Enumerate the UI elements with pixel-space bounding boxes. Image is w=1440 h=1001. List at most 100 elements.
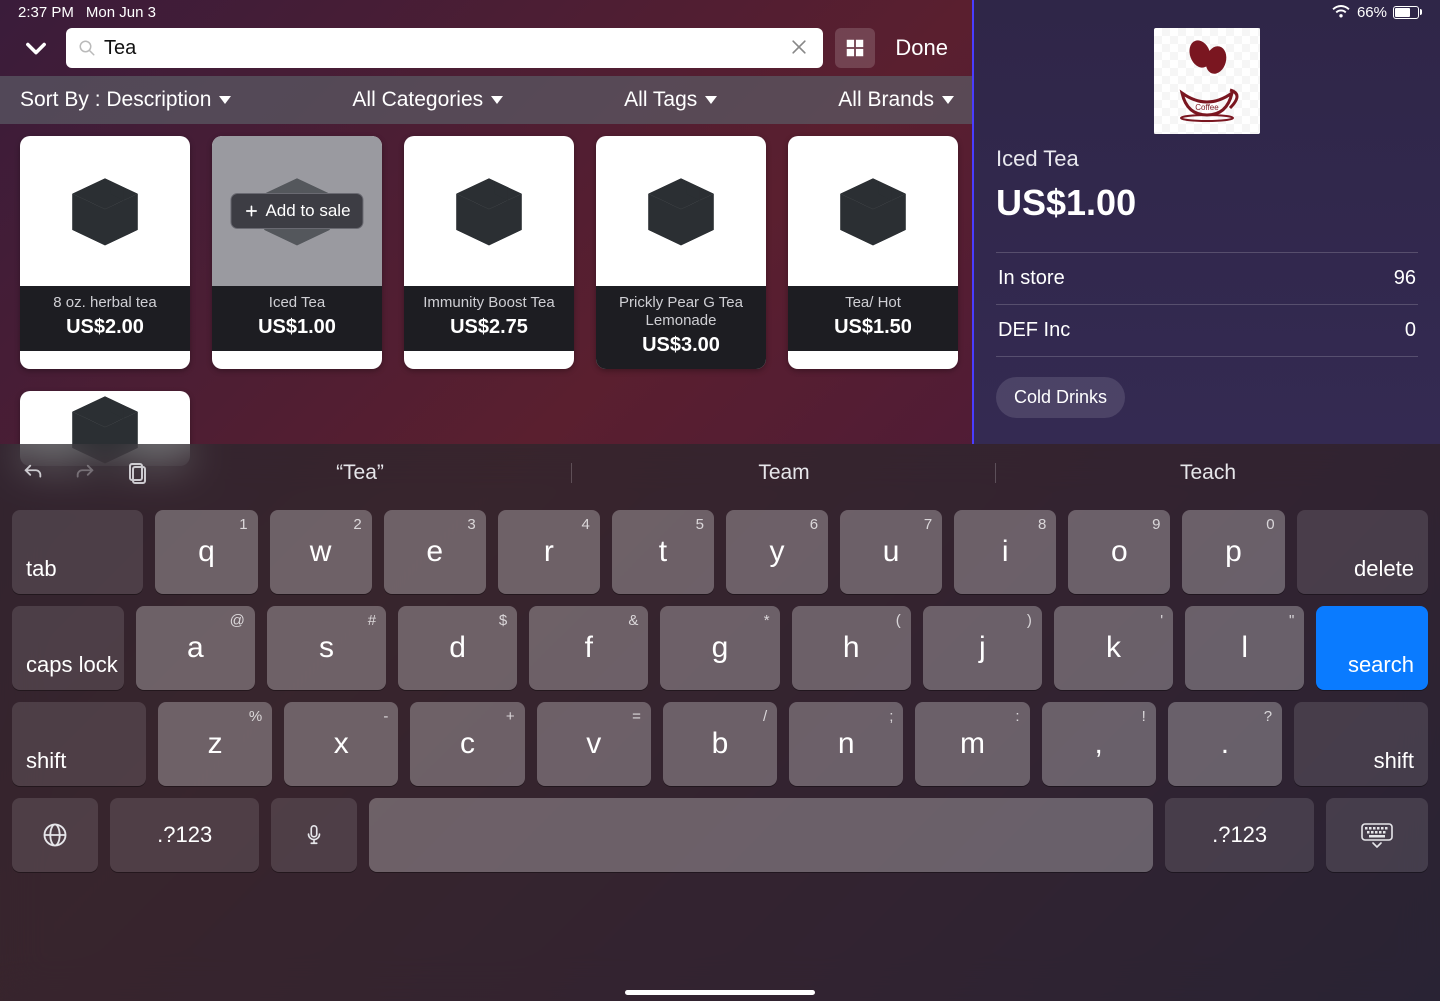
product-grid: 8 oz. herbal tea US$2.00 Add to sale Iced T… <box>20 136 974 466</box>
view-toggle-button[interactable] <box>835 28 875 68</box>
key-w[interactable]: 2w <box>270 510 372 594</box>
key-n[interactable]: ;n <box>789 702 903 786</box>
key-delete[interactable]: delete <box>1297 510 1428 594</box>
svg-text:Coffee: Coffee <box>1195 103 1219 112</box>
key-k[interactable]: 'k <box>1054 606 1173 690</box>
collapse-button[interactable] <box>18 30 54 66</box>
sort-dropdown[interactable]: Sort By : Description <box>0 88 251 112</box>
product-price: US$2.00 <box>26 316 184 339</box>
key-numbers-right[interactable]: .?123 <box>1165 798 1314 872</box>
coffee-logo-icon: Coffee <box>1172 38 1242 124</box>
product-price: US$1.00 <box>218 316 376 339</box>
key-tab[interactable]: tab <box>12 510 143 594</box>
add-to-sale-button[interactable]: Add to sale <box>230 193 363 229</box>
detail-title: Iced Tea <box>996 146 1418 172</box>
sort-label: Sort By : Description <box>20 88 211 112</box>
key-y[interactable]: 6y <box>726 510 828 594</box>
key-shift-right[interactable]: shift <box>1294 702 1428 786</box>
detail-row: In store 96 <box>996 252 1418 304</box>
product-name: Immunity Boost Tea <box>410 294 568 312</box>
key-a[interactable]: @a <box>136 606 255 690</box>
key-j[interactable]: )j <box>923 606 1042 690</box>
key-h[interactable]: (h <box>792 606 911 690</box>
product-name: 8 oz. herbal tea <box>26 294 184 312</box>
detail-row-value: 96 <box>1394 267 1416 290</box>
home-indicator[interactable] <box>625 990 815 995</box>
product-card[interactable]: Tea/ Hot US$1.50 <box>788 136 958 369</box>
detail-panel: Coffee Iced Tea US$1.00 In store 96 DEF In… <box>972 0 1440 444</box>
done-button[interactable]: Done <box>887 35 956 61</box>
key-v[interactable]: =v <box>537 702 651 786</box>
key-i[interactable]: 8i <box>954 510 1056 594</box>
key-p[interactable]: 0p <box>1182 510 1284 594</box>
chevron-down-icon <box>219 96 231 104</box>
product-card[interactable]: Add to sale Iced Tea US$1.00 <box>212 136 382 369</box>
product-name: Prickly Pear G Tea Lemonade <box>602 294 760 330</box>
key-f[interactable]: &f <box>529 606 648 690</box>
key-b[interactable]: /b <box>663 702 777 786</box>
brands-label: All Brands <box>838 88 934 112</box>
clear-search-icon[interactable] <box>789 37 811 59</box>
clipboard-icon[interactable] <box>124 460 148 486</box>
key-mic[interactable] <box>271 798 357 872</box>
undo-icon[interactable] <box>20 462 46 484</box>
key-z[interactable]: %z <box>158 702 272 786</box>
key-search[interactable]: search <box>1316 606 1428 690</box>
detail-row-value: 0 <box>1405 319 1416 342</box>
key-hide-keyboard[interactable] <box>1326 798 1428 872</box>
key-s[interactable]: #s <box>267 606 386 690</box>
product-name: Tea/ Hot <box>794 294 952 312</box>
keyboard-suggestion-bar: “Tea”TeamTeach <box>0 444 1440 502</box>
keyboard-suggestion[interactable]: Teach <box>996 461 1420 485</box>
key-shift-left[interactable]: shift <box>12 702 146 786</box>
keyboard-suggestion[interactable]: “Tea” <box>148 461 572 485</box>
key-space[interactable] <box>369 798 1153 872</box>
product-card[interactable]: Immunity Boost TeaUS$2.75 <box>404 136 574 369</box>
detail-tag[interactable]: Cold Drinks <box>996 377 1125 418</box>
detail-row-label: In store <box>998 267 1065 290</box>
product-card[interactable]: Prickly Pear G Tea LemonadeUS$3.00 <box>596 136 766 369</box>
product-price: US$1.50 <box>794 316 952 339</box>
product-name: Iced Tea <box>218 294 376 312</box>
status-time: 2:37 PM <box>18 4 74 21</box>
key-t[interactable]: 5t <box>612 510 714 594</box>
chevron-down-icon <box>942 96 954 104</box>
brands-dropdown[interactable]: All Brands <box>818 88 974 112</box>
key-.[interactable]: ?. <box>1168 702 1282 786</box>
tags-dropdown[interactable]: All Tags <box>604 88 737 112</box>
detail-row-label: DEF Inc <box>998 319 1070 342</box>
key-globe[interactable] <box>12 798 98 872</box>
keyboard-suggestion[interactable]: Team <box>572 461 996 485</box>
detail-row: DEF Inc 0 <box>996 304 1418 357</box>
categories-dropdown[interactable]: All Categories <box>332 88 523 112</box>
key-,[interactable]: !, <box>1042 702 1156 786</box>
search-icon <box>78 39 96 57</box>
status-bar: 2:37 PM Mon Jun 3 66% <box>0 0 1440 22</box>
product-card[interactable]: 8 oz. herbal tea US$2.00 <box>20 136 190 369</box>
filter-bar: Sort By : Description All Categories All… <box>0 76 974 124</box>
battery-pct: 66% <box>1357 4 1387 21</box>
battery-icon <box>1393 6 1422 19</box>
tags-label: All Tags <box>624 88 697 112</box>
key-capslock[interactable]: caps lock <box>12 606 124 690</box>
key-q[interactable]: 1q <box>155 510 257 594</box>
key-d[interactable]: $d <box>398 606 517 690</box>
key-r[interactable]: 4r <box>498 510 600 594</box>
categories-label: All Categories <box>352 88 483 112</box>
key-o[interactable]: 9o <box>1068 510 1170 594</box>
redo-icon[interactable] <box>72 462 98 484</box>
key-e[interactable]: 3e <box>384 510 486 594</box>
key-g[interactable]: *g <box>660 606 779 690</box>
chevron-down-icon <box>705 96 717 104</box>
status-date: Mon Jun 3 <box>86 4 156 21</box>
key-u[interactable]: 7u <box>840 510 942 594</box>
key-numbers-left[interactable]: .?123 <box>110 798 259 872</box>
search-input[interactable] <box>104 37 781 60</box>
key-m[interactable]: :m <box>915 702 1029 786</box>
header: Done <box>0 24 974 72</box>
key-c[interactable]: +c <box>410 702 524 786</box>
key-x[interactable]: -x <box>284 702 398 786</box>
detail-price: US$1.00 <box>996 182 1418 224</box>
search-box[interactable] <box>66 28 823 68</box>
key-l[interactable]: "l <box>1185 606 1304 690</box>
